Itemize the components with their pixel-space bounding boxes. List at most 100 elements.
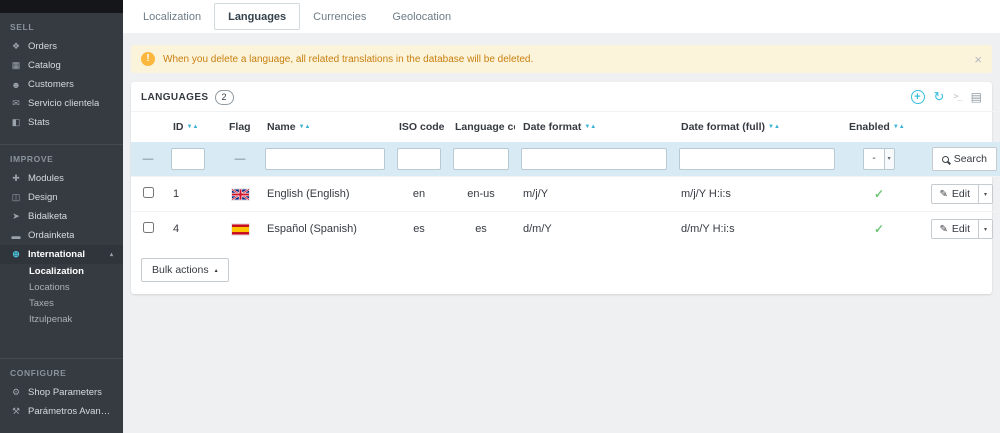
column-header-iso[interactable]: ISO code▼▲ [391,112,447,143]
filter-enabled-select[interactable]: - ▾ [863,148,894,170]
uk-flag-icon [229,189,251,200]
tab-localization[interactable]: Localization [130,0,214,33]
add-language-icon[interactable]: + [911,90,925,104]
sidebar-item-label: Parámetros Avanzados [28,406,113,417]
sort-icons[interactable]: ▼▲ [299,124,311,130]
filter-id-input[interactable] [171,148,205,170]
cell-date-format: m/j/Y [515,177,673,212]
international-icon: ⊕ [10,249,22,260]
shipping-icon: ➤ [10,211,22,222]
sidebar-item-label: Ordainketa [28,230,74,241]
sidebar-item-orders[interactable]: ❖ Orders [0,37,123,56]
refresh-icon[interactable]: ↻ [934,89,945,105]
cell-id: 1 [165,177,221,212]
edit-button-label: Edit [952,188,970,200]
sidebar-item-stats[interactable]: ◧ Stats [0,113,123,132]
edit-dropdown-caret-icon[interactable]: ▾ [978,220,992,238]
column-header-language-code[interactable]: Language code▼▲ [447,112,515,143]
sidebar-item-shipping[interactable]: ➤ Bidalketa [0,207,123,226]
cell-language-code: es [447,212,515,247]
section-title-configure: CONFIGURE [0,359,123,383]
header-row: ID▼▲ Flag Name▼▲ ISO code▼▲ Language cod… [131,112,1000,143]
filter-name-input[interactable] [265,148,385,170]
cell-name: English (English) [259,177,391,212]
gear-icon: ⚙ [10,387,22,398]
spain-flag-icon [229,224,251,235]
tab-geolocation[interactable]: Geolocation [379,0,464,33]
pencil-icon: ✎ [940,224,948,235]
page-tabs: Localization Languages Currencies Geoloc… [123,0,1000,33]
row-checkbox[interactable] [143,222,154,233]
sidebar: SELL ❖ Orders ▦ Catalog ☻ Customers ✉ Se… [0,0,123,433]
filter-date-format-input[interactable] [521,148,667,170]
column-header-name[interactable]: Name▼▲ [259,112,391,143]
submenu-item-localization[interactable]: Localization [0,264,123,280]
sidebar-item-catalog[interactable]: ▦ Catalog [0,56,123,75]
caret-up-icon: ▴ [215,267,218,274]
edit-button[interactable]: ✎ Edit ▾ [931,184,994,204]
filter-language-code-input[interactable] [453,148,509,170]
sidebar-item-payment[interactable]: ▬ Ordainketa [0,226,123,245]
submenu-item-taxes[interactable]: Taxes [0,296,123,312]
sidebar-item-advanced-parameters[interactable]: ⚒ Parámetros Avanzados [0,402,123,421]
column-header-actions [917,112,1000,143]
sidebar-top-bar [0,0,123,13]
row-checkbox[interactable] [143,187,154,198]
sidebar-item-label: Design [28,192,58,203]
warning-alert: ! When you delete a language, all relate… [131,45,992,73]
column-header-enabled[interactable]: Enabled▼▲ [841,112,917,143]
sidebar-item-customers[interactable]: ☻ Customers [0,75,123,94]
cell-date-format: d/m/Y [515,212,673,247]
submenu-item-locations[interactable]: Locations [0,280,123,296]
column-header-date-format-full[interactable]: Date format (full)▼▲ [673,112,841,143]
international-submenu: Localization Locations Taxes Itzulpenak [0,264,123,328]
sidebar-item-international[interactable]: ⊕ International ▴ [0,245,123,264]
panel-title: LANGUAGES [141,92,209,103]
sort-icons[interactable]: ▼▲ [187,124,199,130]
search-button[interactable]: Search [932,147,997,171]
sort-icons[interactable]: ▼▲ [893,124,905,130]
app-root: SELL ❖ Orders ▦ Catalog ☻ Customers ✉ Se… [0,0,1000,433]
close-icon[interactable]: × [974,53,982,66]
sort-icons[interactable]: ▼▲ [768,124,780,130]
chevron-up-icon: ▴ [110,251,113,258]
submenu-item-translations[interactable]: Itzulpenak [0,312,123,328]
export-icon[interactable]: ▤ [971,90,982,104]
edit-dropdown-caret-icon[interactable]: ▾ [978,185,992,203]
column-header-id[interactable]: ID▼▲ [165,112,221,143]
sidebar-section-sell: SELL ❖ Orders ▦ Catalog ☻ Customers ✉ Se… [0,13,123,132]
sidebar-item-customer-service[interactable]: ✉ Servicio clientela [0,94,123,113]
filter-iso-input[interactable] [397,148,441,170]
count-badge: 2 [215,90,234,105]
sidebar-item-label: Stats [28,117,50,128]
sidebar-item-modules[interactable]: ✚ Modules [0,169,123,188]
sort-icons[interactable]: ▼▲ [584,124,596,130]
tab-languages[interactable]: Languages [214,3,300,30]
panel-header: LANGUAGES 2 + ↻ >_ ▤ [131,82,992,111]
tab-currencies[interactable]: Currencies [300,0,379,33]
cell-date-format-full: d/m/Y H:i:s [673,212,841,247]
sidebar-item-label: Modules [28,173,64,184]
edit-button[interactable]: ✎ Edit ▾ [931,219,994,239]
filter-dash: — [143,153,154,165]
sql-query-icon[interactable]: >_ [953,92,961,102]
search-button-label: Search [954,153,987,165]
filter-date-format-full-input[interactable] [679,148,835,170]
enabled-check-icon[interactable]: ✓ [841,177,917,212]
design-icon: ◫ [10,192,22,203]
cell-iso: es [391,212,447,247]
bulk-actions-button[interactable]: Bulk actions ▴ [141,258,229,282]
page-content: ! When you delete a language, all relate… [123,33,1000,294]
sidebar-item-label: Customers [28,79,74,90]
sidebar-section-improve: IMPROVE ✚ Modules ◫ Design ➤ Bidalketa ▬… [0,144,123,328]
cell-id: 4 [165,212,221,247]
edit-button-label: Edit [952,223,970,235]
sidebar-item-shop-parameters[interactable]: ⚙ Shop Parameters [0,383,123,402]
main-area: Localization Languages Currencies Geoloc… [123,0,1000,433]
enabled-check-icon[interactable]: ✓ [841,212,917,247]
customer-service-icon: ✉ [10,98,22,109]
bulk-actions-label: Bulk actions [152,264,209,276]
sidebar-item-design[interactable]: ◫ Design [0,188,123,207]
column-header-date-format[interactable]: Date format▼▲ [515,112,673,143]
sidebar-item-label: Catalog [28,60,61,71]
